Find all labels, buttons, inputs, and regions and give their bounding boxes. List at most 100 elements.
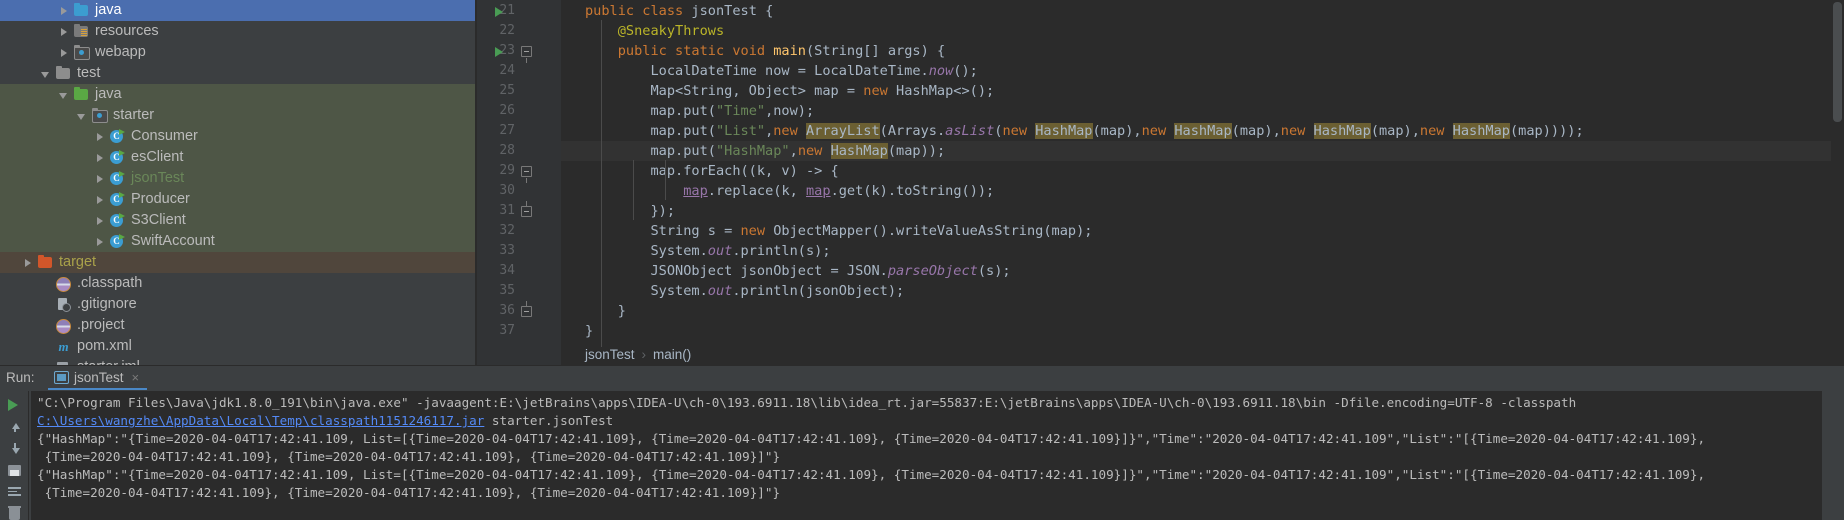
chevron-right-icon[interactable] <box>93 130 106 143</box>
classpath-jar-link[interactable]: C:\Users\wangzhe\AppData\Local\Temp\clas… <box>37 413 484 428</box>
chevron-down-icon[interactable] <box>57 88 70 101</box>
code-line[interactable]: } <box>561 321 593 341</box>
breadcrumb[interactable]: jsonTest › main() <box>561 344 691 365</box>
console-command-line: "C:\Program Files\Java\jdk1.8.0_191\bin\… <box>37 395 1577 410</box>
next-occurrence-button[interactable] <box>5 439 24 458</box>
java-class-runnable-icon: C <box>109 213 126 228</box>
editor-gutter[interactable]: 21 22 23 24 25 26 27 28 29 30 31 32 33 34 35 36 37 <box>477 0 561 365</box>
code-line[interactable]: map.replace(k, map.get(k).toString()); <box>561 181 994 201</box>
code-line[interactable]: }); <box>561 201 675 221</box>
tree-row[interactable]: C Producer <box>0 189 477 210</box>
gutter-line[interactable]: 28 <box>477 141 561 161</box>
chevron-right-icon[interactable] <box>21 256 34 269</box>
chevron-down-icon[interactable] <box>39 67 52 80</box>
fold-toggle-icon[interactable] <box>521 166 532 183</box>
run-gutter-icon[interactable] <box>495 47 503 57</box>
console-output[interactable]: "C:\Program Files\Java\jdk1.8.0_191\bin\… <box>31 391 1822 520</box>
tree-row[interactable]: .gitignore <box>0 294 477 315</box>
code-line[interactable]: Map<String, Object> map = new HashMap<>(… <box>561 81 994 101</box>
gutter-line[interactable]: 22 <box>477 21 561 41</box>
tree-row[interactable]: .classpath <box>0 273 477 294</box>
gutter-line[interactable]: 30 <box>477 181 561 201</box>
project-tree[interactable]: java resources webapp test java starter C Consu… <box>0 0 477 365</box>
code-line[interactable]: System.out.println(jsonObject); <box>561 281 904 301</box>
console-output-line: {Time=2020-04-04T17:42:41.109}, {Time=20… <box>37 485 781 500</box>
project-tree-scrollbar[interactable] <box>466 0 475 365</box>
tree-row[interactable]: webapp <box>0 42 477 63</box>
tree-row[interactable]: starter <box>0 105 477 126</box>
chevron-right-icon[interactable] <box>93 193 106 206</box>
gutter-line[interactable]: 33 <box>477 241 561 261</box>
editor-scrollbar[interactable] <box>1831 0 1844 365</box>
gutter-line[interactable]: 25 <box>477 81 561 101</box>
gutter-line[interactable]: 32 <box>477 221 561 241</box>
gutter-line[interactable]: 31 <box>477 201 561 221</box>
tree-row[interactable]: .project <box>0 315 477 336</box>
chevron-right-icon[interactable] <box>57 46 70 59</box>
tree-row[interactable]: starter.iml <box>0 357 477 365</box>
gutter-line[interactable]: 34 <box>477 261 561 281</box>
code-line[interactable]: @SneakyThrows <box>561 21 724 41</box>
chevron-right-icon[interactable] <box>57 4 70 17</box>
clear-all-button[interactable] <box>5 505 24 520</box>
code-line[interactable]: map.put("HashMap",new HashMap(map)); <box>561 141 1844 161</box>
fold-toggle-icon[interactable] <box>521 46 532 63</box>
code-line[interactable]: public class jsonTest { <box>561 1 773 21</box>
breadcrumb-class[interactable]: jsonTest <box>585 347 635 362</box>
gutter-line[interactable]: 21 <box>477 1 561 21</box>
close-icon[interactable]: × <box>132 370 140 385</box>
tree-row[interactable]: C S3Client <box>0 210 477 231</box>
fold-toggle-icon[interactable] <box>521 201 532 217</box>
tree-row-label: .classpath <box>77 275 143 291</box>
code-editor[interactable]: 21 22 23 24 25 26 27 28 29 30 31 32 33 34 35 36 37 publi… <box>477 0 1844 365</box>
code-line[interactable]: map.forEach((k, v) -> { <box>561 161 838 181</box>
tree-row[interactable]: C Consumer <box>0 126 477 147</box>
tree-row[interactable]: m pom.xml <box>0 336 477 357</box>
chevron-right-icon[interactable] <box>93 151 106 164</box>
tree-row[interactable]: java <box>0 0 477 21</box>
code-line[interactable]: map.put("Time",now); <box>561 101 814 121</box>
tree-row[interactable]: target <box>0 252 477 273</box>
chevron-right-icon[interactable] <box>93 172 106 185</box>
editor-scrollbar-thumb[interactable] <box>1833 2 1842 122</box>
indent-guide <box>665 160 666 200</box>
print-button[interactable] <box>5 461 24 480</box>
gutter-line[interactable]: 37 <box>477 321 561 341</box>
code-line[interactable]: } <box>561 301 626 321</box>
tree-row[interactable]: java <box>0 84 477 105</box>
arrow-down-icon <box>9 443 20 454</box>
chevron-right-icon[interactable] <box>93 235 106 248</box>
soft-wrap-button[interactable] <box>5 483 24 502</box>
code-line[interactable]: LocalDateTime now = LocalDateTime.now(); <box>561 61 977 81</box>
gutter-line[interactable]: 24 <box>477 61 561 81</box>
code-line[interactable]: public static void main(String[] args) { <box>561 41 945 61</box>
editor-code-area[interactable]: public class jsonTest { @SneakyThrows pu… <box>561 0 1844 365</box>
code-line[interactable]: JSONObject jsonObject = JSON.parseObject… <box>561 261 1010 281</box>
breadcrumb-method[interactable]: main() <box>653 347 691 362</box>
tree-row[interactable]: CesClient <box>0 147 477 168</box>
project-tool-window[interactable]: java resources webapp test java starter C Consu… <box>0 0 477 365</box>
printer-icon <box>8 465 21 476</box>
gutter-line[interactable]: 23 <box>477 41 561 63</box>
fold-toggle-icon[interactable] <box>521 301 532 317</box>
chevron-right-icon[interactable] <box>57 25 70 38</box>
gutter-line[interactable]: 26 <box>477 101 561 121</box>
tree-row[interactable]: C SwiftAccount <box>0 231 477 252</box>
line-number: 36 <box>499 303 515 318</box>
rerun-button[interactable] <box>5 395 24 414</box>
tree-row[interactable]: CjsonTest <box>0 168 477 189</box>
chevron-right-icon[interactable] <box>93 214 106 227</box>
gutter-line[interactable]: 29 <box>477 161 561 183</box>
run-toolbar[interactable] <box>0 391 28 520</box>
gutter-line[interactable]: 36 <box>477 301 561 321</box>
gutter-line[interactable]: 27 <box>477 121 561 141</box>
tree-row[interactable]: test <box>0 63 477 84</box>
tree-row[interactable]: resources <box>0 21 477 42</box>
code-line[interactable]: map.put("List",new ArrayList(Arrays.asLi… <box>561 121 1584 141</box>
gutter-line[interactable]: 35 <box>477 281 561 301</box>
run-gutter-icon[interactable] <box>495 7 503 17</box>
chevron-down-icon[interactable] <box>75 109 88 122</box>
prev-occurrence-button[interactable] <box>5 417 24 436</box>
code-line[interactable]: String s = new ObjectMapper().writeValue… <box>561 221 1092 241</box>
run-tab-jsontest[interactable]: jsonTest × <box>48 367 148 390</box>
